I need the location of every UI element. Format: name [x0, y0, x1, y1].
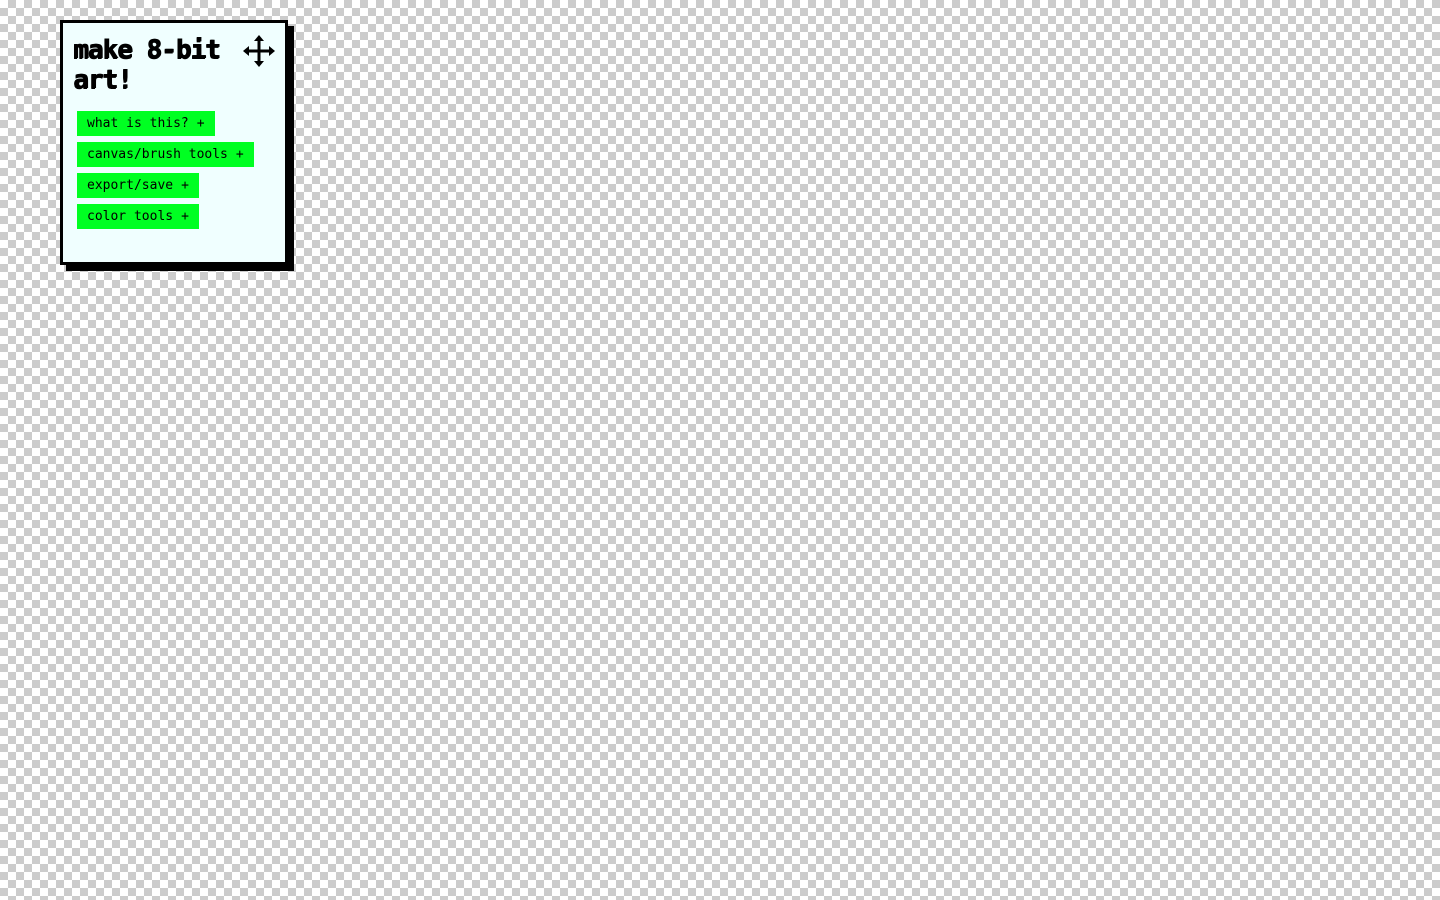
- what-is-this-button[interactable]: what is this? +: [77, 111, 215, 136]
- canvas-brush-tools-button[interactable]: canvas/brush tools +: [77, 142, 254, 167]
- expand-icon: +: [181, 178, 189, 193]
- expand-icon: +: [181, 209, 189, 224]
- move-arrows-icon[interactable]: [243, 35, 275, 67]
- panel-title: make 8-bit art!: [73, 35, 221, 95]
- expand-icon: +: [235, 147, 244, 162]
- menu-item-label: canvas/brush tools: [87, 147, 228, 162]
- expand-icon: +: [196, 116, 205, 131]
- menu-item-label: export/save: [87, 178, 174, 193]
- menu-item-label: what is this?: [87, 116, 189, 131]
- tools-panel: make 8-bit art! what is this? + canvas/br…: [60, 20, 288, 265]
- menu-item-label: color tools: [87, 209, 174, 224]
- export-save-button[interactable]: export/save +: [77, 173, 199, 198]
- color-tools-button[interactable]: color tools +: [77, 204, 199, 229]
- panel-menu: what is this? + canvas/brush tools + expor…: [77, 111, 254, 229]
